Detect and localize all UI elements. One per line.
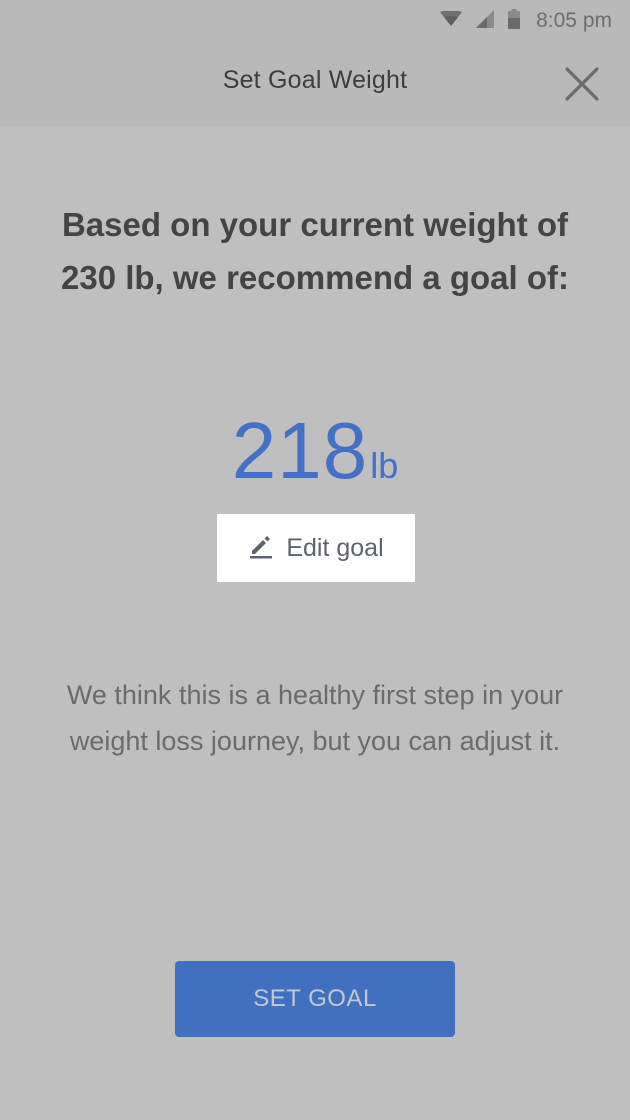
wifi-icon: [440, 9, 463, 32]
page-title: Set Goal Weight: [222, 66, 408, 94]
goal-weight-display: 218lb: [0, 405, 630, 497]
edit-goal-button[interactable]: Edit goal: [217, 514, 415, 582]
goal-weight-unit: lb: [370, 445, 399, 486]
edit-goal-label: Edit goal: [286, 533, 384, 562]
header: Set Goal Weight: [0, 42, 630, 126]
close-icon: [562, 67, 602, 108]
status-bar: 8:05 pm: [0, 0, 630, 42]
description-text: We think this is a healthy first step in…: [66, 680, 564, 756]
cell-signal-icon: [476, 9, 495, 33]
battery-icon: [508, 8, 521, 34]
set-goal-button[interactable]: SET GOAL: [175, 961, 455, 1037]
close-button[interactable]: [562, 64, 602, 104]
recommendation-headline: Based on your current weight of 230 lb, …: [61, 206, 569, 296]
status-icons: 8:05 pm: [440, 6, 612, 36]
set-goal-label: SET GOAL: [253, 985, 377, 1012]
status-time: 8:05 pm: [536, 9, 612, 32]
pencil-icon: [248, 533, 274, 564]
goal-weight-number: 218: [231, 406, 369, 495]
